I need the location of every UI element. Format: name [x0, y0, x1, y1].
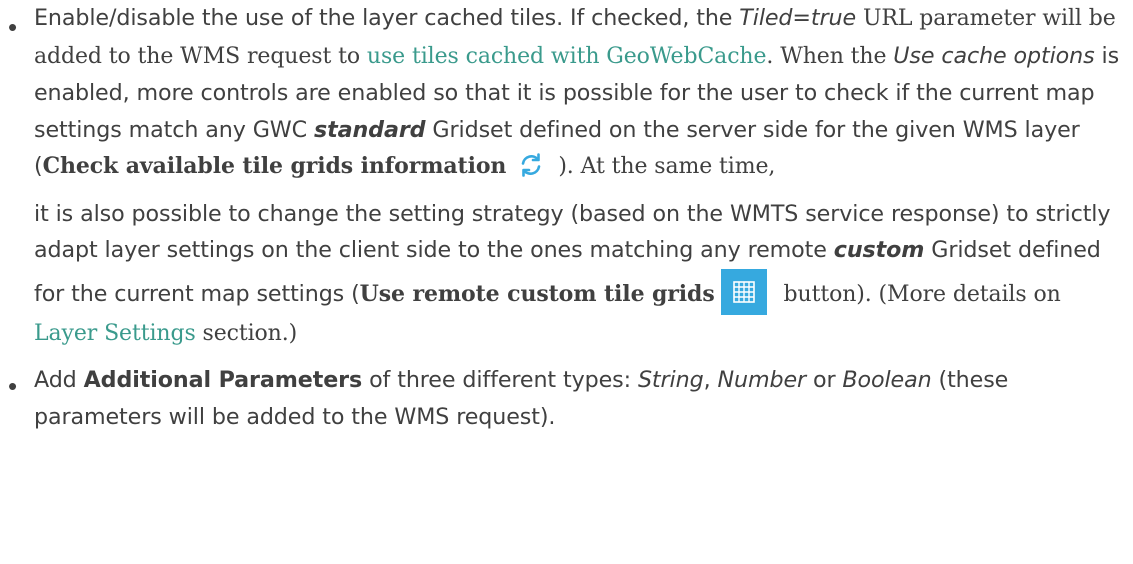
custom-term: custom [833, 237, 925, 263]
bullet: • [8, 12, 18, 42]
text-run: , [703, 367, 718, 393]
text-run: section.) [195, 320, 298, 346]
text-run: Enable/disable the use of the layer cach… [34, 5, 740, 31]
bullet: • [8, 371, 18, 401]
list-item: • Add Additional Parameters of three dif… [0, 362, 1133, 435]
check-tile-grids-label: Check available tile grids information [42, 153, 507, 179]
list-item-text: Add Additional Parameters of three diffe… [34, 362, 1125, 435]
standard-term: standard [313, 116, 426, 143]
refresh-icon [518, 152, 544, 178]
list-item-text-continued: it is also possible to change the settin… [34, 196, 1125, 353]
text-run: ). At the same time, [558, 154, 776, 179]
type-string: String [637, 367, 704, 393]
doc-list: • Enable/disable the use of the layer ca… [0, 0, 1133, 435]
list-item: • Enable/disable the use of the layer ca… [0, 0, 1133, 352]
geowebcache-link[interactable]: use tiles cached with GeoWebCache [367, 44, 767, 69]
type-number: Number [717, 367, 807, 393]
use-remote-tile-grids-label: Use remote custom tile grids [359, 280, 715, 307]
type-boolean: Boolean [842, 367, 932, 393]
text-run: Add [34, 367, 84, 393]
tiled-param: Tiled=true [739, 5, 857, 31]
text-run: of three different types: [362, 367, 638, 393]
layer-settings-link[interactable]: Layer Settings [34, 321, 196, 346]
text-run: or [806, 367, 843, 393]
grid-icon [720, 268, 767, 315]
use-cache-options: Use cache options [893, 42, 1095, 69]
additional-parameters-term: Additional Parameters [83, 367, 363, 393]
list-item-text: Enable/disable the use of the layer cach… [34, 0, 1125, 186]
text-run: button). (More details on [776, 281, 1061, 307]
text-run: . When the [766, 43, 894, 69]
